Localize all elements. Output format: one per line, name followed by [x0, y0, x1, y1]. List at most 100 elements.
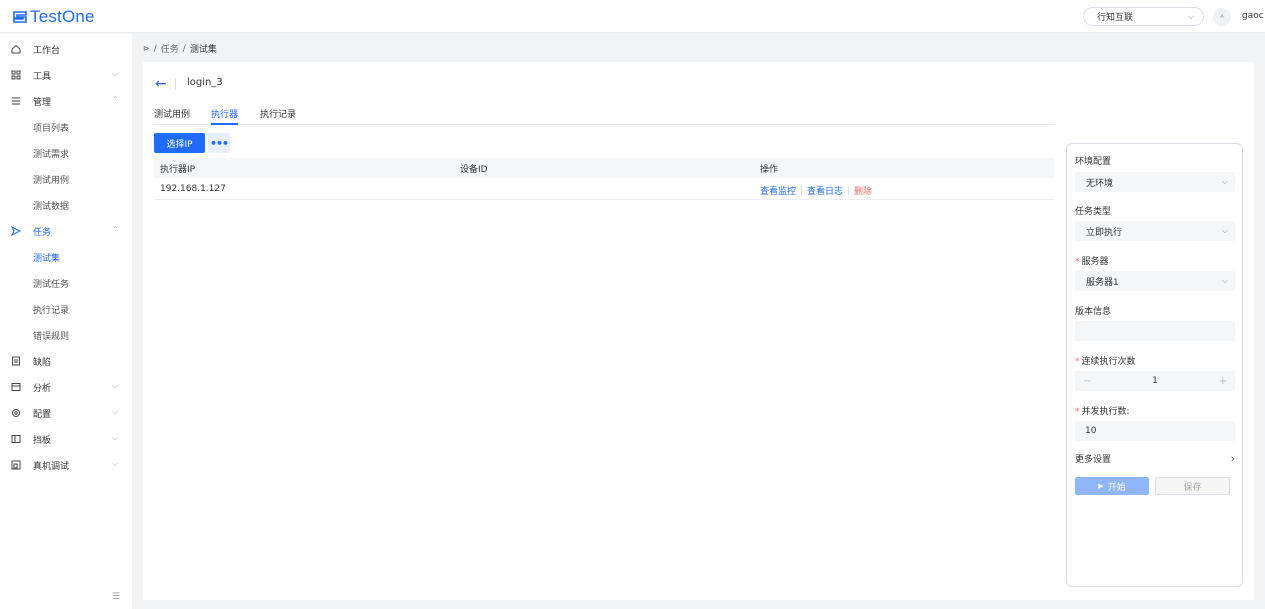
task-type-value: 立即执行 — [1086, 227, 1123, 238]
sidebar-item-test-requirements[interactable]: 测试需求 — [0, 140, 132, 166]
breadcrumb-separator: / — [153, 43, 157, 54]
org-select[interactable]: 行知互联 ⌵ — [1083, 7, 1204, 26]
sidebar-item-label: 项目列表 — [33, 124, 70, 134]
tab-exec-records[interactable]: 执行记录 — [260, 107, 296, 125]
sidebar-item-test-tasks[interactable]: 测试任务 — [0, 270, 132, 296]
menu-collapse-icon[interactable]: ☰ — [112, 592, 120, 602]
breadcrumb: ⊳ / 任务 / 测试集 — [143, 42, 217, 56]
save-button[interactable]: 保存 — [1155, 477, 1230, 495]
chevron-down-icon: ⌵ — [112, 381, 119, 390]
list-icon — [11, 96, 21, 106]
more-settings-label: 更多设置 — [1075, 455, 1112, 465]
chevron-down-icon: ⌵ — [112, 69, 119, 78]
concurrency-label: * 并发执行数: — [1075, 404, 1130, 417]
version-label: 版本信息 — [1075, 307, 1112, 317]
server-select[interactable]: 服务器1 ⌵ — [1075, 271, 1235, 291]
sidebar-item-label: 工具 — [33, 72, 52, 82]
table-header: 执行器IP 设备ID 操作 — [154, 158, 1054, 178]
action-separator — [801, 186, 803, 195]
increment-button[interactable]: + — [1219, 376, 1227, 387]
sidebar-item-tools[interactable]: 工具 ⌵ — [0, 62, 132, 88]
back-arrow-icon[interactable]: ← — [155, 77, 167, 91]
view-monitor-link[interactable]: 查看监控 — [760, 184, 796, 197]
sidebar-item-tasks[interactable]: 任务 ⌃ — [0, 218, 132, 244]
sidebar-item-label: 任务 — [33, 228, 52, 238]
breadcrumb-parent[interactable]: 任务 — [161, 42, 179, 55]
sidebar-item-label: 测试需求 — [33, 150, 70, 160]
sidebar-item-label: 管理 — [33, 98, 52, 108]
calendar-icon — [11, 382, 21, 392]
app-logo[interactable]: TestOne — [13, 7, 95, 27]
tab-executors[interactable]: 执行器 — [211, 107, 239, 125]
sidebar-item-device-debug[interactable]: 真机调试 ⌵ — [0, 452, 132, 478]
page-title: login_3 — [187, 77, 223, 88]
start-button-label: 开始 — [1107, 482, 1126, 493]
task-type-select[interactable]: 立即执行 ⌵ — [1075, 221, 1235, 241]
sidebar-item-baffle[interactable]: 挡板 ⌵ — [0, 426, 132, 452]
sidebar-item-exec-records[interactable]: 执行记录 — [0, 296, 132, 322]
play-icon: ▶ — [1098, 482, 1104, 490]
breadcrumb-current: 测试集 — [189, 45, 217, 55]
start-button[interactable]: ▶ 开始 — [1075, 477, 1149, 495]
executor-ip-cell: 192.168.1.127 — [160, 184, 226, 194]
sidebar-item-test-set[interactable]: 测试集 — [0, 244, 132, 270]
view-log-link[interactable]: 查看日志 — [807, 184, 843, 197]
translate-icon[interactable]: ᴬ — [1213, 8, 1231, 26]
env-config-label: 环境配置 — [1075, 157, 1112, 167]
sidebar-item-project-list[interactable]: 项目列表 — [0, 114, 132, 140]
sidebar-item-label: 测试用例 — [33, 176, 70, 186]
table-row: 192.168.1.127 查看监控 查看日志 删除 — [154, 178, 1054, 200]
version-input[interactable] — [1075, 321, 1235, 341]
sidebar-item-label: 执行记录 — [33, 306, 70, 316]
user-name[interactable]: gaoc — [1242, 11, 1264, 21]
action-separator — [848, 186, 850, 195]
chevron-down-icon: ⌵ — [1221, 276, 1228, 285]
sidebar-item-config[interactable]: 配置 ⌵ — [0, 400, 132, 426]
sidebar-item-defects[interactable]: 缺陷 — [0, 348, 132, 374]
row-actions: 查看监控 查看日志 删除 — [760, 184, 872, 197]
sidebar-item-label: 分析 — [33, 384, 52, 394]
sidebar-item-test-data[interactable]: 测试数据 — [0, 192, 132, 218]
required-mark: * — [1075, 357, 1080, 367]
title-divider — [175, 78, 176, 90]
chevron-up-icon: ⌃ — [112, 225, 119, 234]
repeat-count-label: * 连续执行次数 — [1075, 354, 1136, 367]
decrement-button[interactable]: − — [1083, 376, 1091, 387]
concurrency-input[interactable]: 10 — [1075, 421, 1235, 441]
breadcrumb-separator: / — [182, 43, 186, 54]
column-header: 执行器IP — [160, 165, 196, 175]
chevron-down-icon: ⌵ — [112, 459, 119, 468]
server-label: * 服务器 — [1075, 254, 1109, 267]
chevron-up-icon: ⌃ — [112, 95, 119, 104]
grid-icon — [11, 70, 21, 80]
chevron-down-icon: ⌵ — [112, 407, 119, 416]
sidebar-item-analysis[interactable]: 分析 ⌵ — [0, 374, 132, 400]
sidebar-item-workbench[interactable]: 工作台 — [0, 36, 132, 62]
sidebar-item-error-rules[interactable]: 错误规则 — [0, 322, 132, 348]
task-type-label: 任务类型 — [1075, 207, 1112, 217]
settings-icon — [11, 408, 21, 418]
send-icon[interactable]: ⊳ — [143, 44, 150, 53]
column-header: 操作 — [760, 165, 779, 175]
repeat-count-stepper[interactable]: − 1 + — [1075, 371, 1235, 391]
more-actions-button[interactable]: ••• — [208, 133, 230, 153]
repeat-count-value[interactable]: 1 — [1152, 376, 1158, 386]
run-settings-panel: 环境配置 无环境 ⌵ 任务类型 立即执行 ⌵ * 服务器 服务器1 ⌵ 版本信息 … — [1066, 143, 1243, 587]
sidebar-item-label: 真机调试 — [33, 462, 70, 472]
select-ip-button[interactable]: 选择IP — [154, 133, 205, 153]
sidebar-item-management[interactable]: 管理 ⌃ — [0, 88, 132, 114]
concurrency-value: 10 — [1085, 426, 1097, 436]
sidebar-item-label: 工作台 — [33, 46, 61, 56]
sidebar-item-test-cases[interactable]: 测试用例 — [0, 166, 132, 192]
sidebar-item-label: 测试数据 — [33, 202, 70, 212]
tab-bar: 测试用例 执行器 执行记录 — [154, 105, 1054, 125]
sidebar-item-label: 缺陷 — [33, 358, 52, 368]
tab-test-cases[interactable]: 测试用例 — [154, 107, 190, 125]
delete-link[interactable]: 删除 — [854, 184, 872, 197]
more-settings-toggle[interactable]: 更多设置 › — [1075, 452, 1235, 465]
sidebar-item-label: 测试集 — [33, 254, 61, 264]
chevron-down-icon: ⌵ — [112, 433, 119, 442]
env-config-select[interactable]: 无环境 ⌵ — [1075, 172, 1235, 192]
sidebar-item-label: 配置 — [33, 410, 52, 420]
sidebar-item-label: 错误规则 — [33, 332, 70, 342]
